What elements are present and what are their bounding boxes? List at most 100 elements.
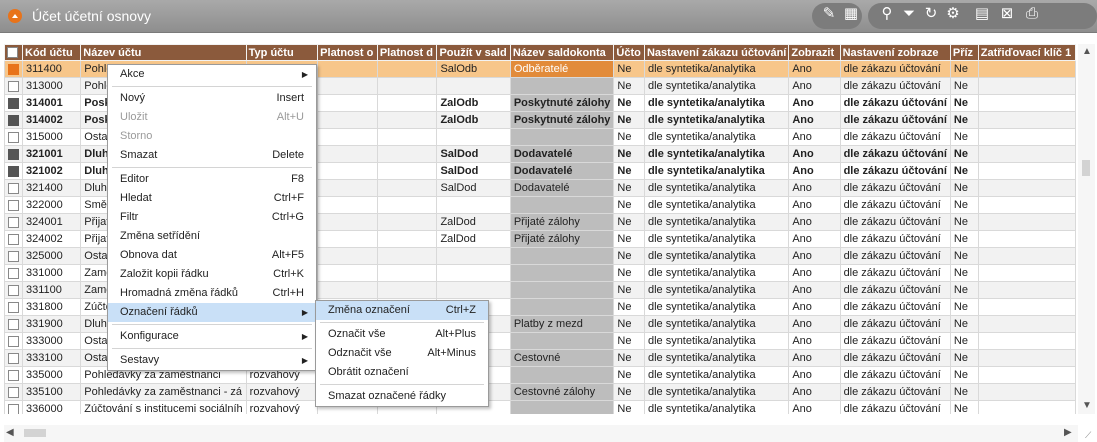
table-cell[interactable] <box>376 162 438 180</box>
table-cell[interactable]: dle syntetika/analytika <box>643 264 790 282</box>
column-header[interactable]: Platnost d <box>376 44 438 61</box>
table-cell[interactable]: Ano <box>788 383 841 401</box>
table-cell[interactable]: rozvahový <box>245 383 319 401</box>
menu-item[interactable]: Označit vše Alt+Plus <box>316 325 488 344</box>
table-cell[interactable]: Přijaté zálohy <box>509 230 615 248</box>
menu-item[interactable]: Konfigurace ▶ <box>108 327 316 346</box>
horizontal-scroll-thumb[interactable] <box>24 429 46 437</box>
table-cell[interactable]: dle zákazu účtování <box>839 213 951 231</box>
menu-item[interactable]: Editor F8 <box>108 170 316 189</box>
scroll-down-icon[interactable]: ▼ <box>1082 400 1092 411</box>
table-cell[interactable]: ZalOdb <box>436 111 511 129</box>
row-checkbox[interactable] <box>8 301 19 313</box>
table-cell[interactable] <box>977 60 1076 78</box>
table-cell[interactable]: dle zákazu účtování <box>839 349 951 367</box>
row-select-cell[interactable] <box>4 145 23 163</box>
row-checkbox[interactable] <box>8 335 19 347</box>
table-cell[interactable]: dle syntetika/analytika <box>643 128 790 146</box>
column-header[interactable]: Použít v sald <box>436 44 511 61</box>
column-header[interactable]: Typ účtu <box>245 44 319 61</box>
table-row[interactable]: 336000 Zúčtování s institucemi sociálníh r… <box>4 400 1076 414</box>
table-cell[interactable] <box>509 247 615 265</box>
table-cell[interactable]: Ne <box>949 332 979 350</box>
menu-item[interactable]: Označení řádků ▶ <box>108 303 316 322</box>
table-cell[interactable] <box>977 179 1076 197</box>
row-select-cell[interactable] <box>4 230 23 248</box>
table-cell[interactable]: 315000 <box>21 128 82 146</box>
table-cell[interactable]: Ne <box>613 213 645 231</box>
row-checkbox[interactable] <box>8 114 19 126</box>
table-cell[interactable]: Cestovné zálohy <box>509 383 615 401</box>
table-cell[interactable]: dle syntetika/analytika <box>643 366 790 384</box>
table-cell[interactable] <box>977 145 1076 163</box>
table-cell[interactable]: Ne <box>949 179 979 197</box>
row-checkbox[interactable] <box>8 148 19 160</box>
row-select-cell[interactable] <box>4 264 23 282</box>
table-cell[interactable]: 336000 <box>21 400 82 414</box>
table-cell[interactable] <box>376 77 438 95</box>
table-cell[interactable] <box>977 128 1076 146</box>
table-cell[interactable]: Ano <box>788 315 841 333</box>
table-cell[interactable]: Ne <box>949 94 979 112</box>
table-cell[interactable]: Ne <box>949 383 979 401</box>
table-cell[interactable]: Ne <box>949 213 979 231</box>
row-select-cell[interactable] <box>4 400 23 414</box>
row-checkbox[interactable] <box>8 80 19 92</box>
table-cell[interactable]: Ne <box>613 128 645 146</box>
table-cell[interactable]: dle syntetika/analytika <box>643 111 790 129</box>
table-cell[interactable] <box>977 298 1076 316</box>
table-cell[interactable]: dle syntetika/analytika <box>643 400 790 414</box>
table-cell[interactable]: SalDod <box>436 162 511 180</box>
table-cell[interactable]: Ne <box>613 111 645 129</box>
table-cell[interactable] <box>376 94 438 112</box>
table-cell[interactable] <box>317 145 378 163</box>
row-checkbox[interactable] <box>8 318 19 330</box>
table-cell[interactable] <box>977 264 1076 282</box>
table-cell[interactable] <box>977 315 1076 333</box>
table-cell[interactable]: 331100 <box>21 281 82 299</box>
table-cell[interactable]: Ne <box>949 400 979 414</box>
table-cell[interactable] <box>317 162 378 180</box>
table-cell[interactable] <box>317 213 378 231</box>
table-cell[interactable] <box>376 213 438 231</box>
table-cell[interactable]: dle zákazu účtování <box>839 128 951 146</box>
table-cell[interactable] <box>509 298 615 316</box>
table-cell[interactable]: Ano <box>788 196 841 214</box>
table-cell[interactable]: 313000 <box>21 77 82 95</box>
collapse-icon[interactable] <box>8 9 22 23</box>
vertical-scroll-thumb[interactable] <box>1082 160 1090 176</box>
table-cell[interactable]: 335100 <box>21 383 82 401</box>
table-cell[interactable]: Poskytnuté zálohy <box>509 111 615 129</box>
table-cell[interactable]: Ano <box>788 128 841 146</box>
column-header[interactable]: Zobrazit <box>788 44 841 61</box>
table-cell[interactable]: dle zákazu účtování <box>839 145 951 163</box>
menu-item[interactable]: Založit kopii řádku Ctrl+K <box>108 265 316 284</box>
table-cell[interactable] <box>376 247 438 265</box>
grid-icon[interactable]: ▦ <box>841 3 861 23</box>
table-cell[interactable]: dle syntetika/analytika <box>643 77 790 95</box>
column-header[interactable]: Název účtu <box>80 44 247 61</box>
row-select-cell[interactable] <box>4 162 23 180</box>
table-cell[interactable]: Ne <box>949 366 979 384</box>
column-header[interactable]: Platnost o <box>317 44 378 61</box>
row-select-cell[interactable] <box>4 366 23 384</box>
table-cell[interactable]: Ano <box>788 298 841 316</box>
row-checkbox[interactable] <box>8 250 19 262</box>
table-cell[interactable] <box>317 196 378 214</box>
table-cell[interactable]: Ne <box>949 298 979 316</box>
table-cell[interactable]: Ne <box>949 77 979 95</box>
menu-item[interactable]: Změna setřídění <box>108 227 316 246</box>
table-cell[interactable] <box>317 247 378 265</box>
table-cell[interactable]: dle zákazu účtování <box>839 298 951 316</box>
table-cell[interactable]: Ne <box>949 60 979 78</box>
table-cell[interactable]: Ne <box>613 349 645 367</box>
row-select-cell[interactable] <box>4 349 23 367</box>
table-cell[interactable]: SalOdb <box>436 60 511 78</box>
column-header[interactable]: Název saldokonta <box>509 44 615 61</box>
table-cell[interactable] <box>376 281 438 299</box>
table-cell[interactable]: dle syntetika/analytika <box>643 247 790 265</box>
table-cell[interactable]: dle zákazu účtování <box>839 383 951 401</box>
table-cell[interactable] <box>977 332 1076 350</box>
table-cell[interactable]: Ne <box>613 179 645 197</box>
table-cell[interactable]: dle syntetika/analytika <box>643 332 790 350</box>
